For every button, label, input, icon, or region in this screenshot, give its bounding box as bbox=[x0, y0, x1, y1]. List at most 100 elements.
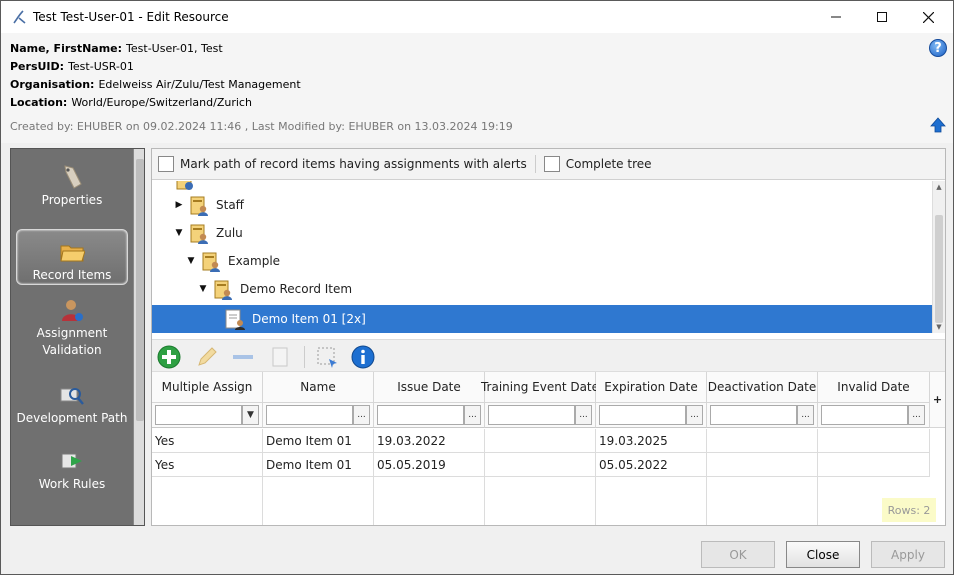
scroll-down-arrow-icon[interactable]: ▼ bbox=[933, 321, 945, 333]
collapse-arrow-icon[interactable]: ▼ bbox=[174, 228, 184, 238]
rows-count-badge: Rows: 2 bbox=[882, 498, 936, 522]
table-cell[interactable]: Yes bbox=[152, 453, 263, 477]
tree-item-demo-item-01[interactable]: Demo Item 01 [2x] bbox=[224, 305, 366, 333]
filter-cell: ... bbox=[596, 403, 707, 428]
table-cell[interactable] bbox=[485, 429, 596, 453]
name-line: Name, FirstName: Test-User-01, Test bbox=[10, 42, 223, 55]
tree-item-label: Demo Item 01 [2x] bbox=[252, 312, 366, 326]
mark-path-checkbox[interactable] bbox=[158, 156, 174, 172]
audit-info: Created by: EHUBER on 09.02.2024 11:46 ,… bbox=[10, 120, 513, 133]
mark-path-option[interactable]: Mark path of record items having assignm… bbox=[158, 156, 527, 172]
tree-item-demo-record-item[interactable]: ▼ Demo Record Item bbox=[198, 275, 352, 303]
multiple-assign-filter-input[interactable] bbox=[155, 405, 242, 425]
record-folder-icon bbox=[202, 252, 220, 272]
close-button[interactable]: Close bbox=[786, 541, 860, 568]
tree-item-staff[interactable]: ▶ Staff bbox=[174, 191, 244, 219]
minimize-button[interactable] bbox=[813, 1, 859, 33]
tree-item-example[interactable]: ▼ Example bbox=[186, 247, 280, 275]
select-area-icon bbox=[317, 347, 337, 368]
collapse-arrow-icon[interactable]: ▼ bbox=[198, 284, 208, 294]
column-header-expiration-date[interactable]: Expiration Date bbox=[596, 372, 707, 403]
maximize-button[interactable] bbox=[859, 1, 905, 33]
column-header-multiple-assign[interactable]: Multiple Assign bbox=[152, 372, 263, 403]
edit-button[interactable] bbox=[194, 344, 220, 370]
expand-arrow-icon[interactable]: ▶ bbox=[174, 200, 184, 210]
copy-button[interactable] bbox=[268, 344, 294, 370]
tree-item-label: Zulu bbox=[216, 226, 243, 240]
filter-browse-button[interactable]: ... bbox=[797, 405, 814, 425]
table-cell[interactable]: 05.05.2022 bbox=[596, 453, 707, 477]
nav-item-development-path[interactable]: Development Path bbox=[16, 371, 128, 427]
filter-browse-button[interactable]: ... bbox=[908, 405, 925, 425]
filter-browse-button[interactable]: ... bbox=[353, 405, 370, 425]
name-label: Name, FirstName: bbox=[10, 42, 123, 55]
empty-area bbox=[152, 477, 263, 525]
table-cell[interactable]: 05.05.2019 bbox=[374, 453, 485, 477]
remove-button[interactable] bbox=[230, 344, 256, 370]
tree-scrollbar[interactable]: ▲ ▼ bbox=[932, 181, 945, 333]
nav-item-properties[interactable]: Properties bbox=[16, 153, 128, 209]
nav-item-assignment-validation[interactable]: Assignment Validation bbox=[16, 295, 128, 359]
nav-scrollbar[interactable] bbox=[133, 149, 144, 525]
column-header-training-event-date[interactable]: Training Event Date bbox=[481, 372, 599, 403]
column-header-issue-date[interactable]: Issue Date bbox=[374, 372, 485, 403]
ok-button[interactable]: OK bbox=[701, 541, 775, 568]
table-cell[interactable]: Demo Item 01 bbox=[263, 453, 374, 477]
persuid-line: PersUID: Test-USR-01 bbox=[10, 60, 134, 73]
invalid-date-filter-input[interactable] bbox=[821, 405, 908, 425]
table-cell[interactable]: Yes bbox=[152, 429, 263, 453]
tree-scroll-thumb[interactable] bbox=[935, 215, 943, 323]
table-cell[interactable] bbox=[707, 453, 818, 477]
nav-scroll-thumb[interactable] bbox=[136, 159, 144, 421]
organisation-value: Edelweiss Air/Zulu/Test Management bbox=[98, 78, 301, 91]
filter-cell: ... bbox=[374, 403, 485, 428]
persuid-value: Test-USR-01 bbox=[68, 60, 134, 73]
organisation-label: Organisation: bbox=[10, 78, 95, 91]
table-cell[interactable]: Demo Item 01 bbox=[263, 429, 374, 453]
table-cell[interactable]: 19.03.2022 bbox=[374, 429, 485, 453]
column-header-deactivation-date[interactable]: Deactivation Date bbox=[707, 372, 818, 403]
table-cell[interactable] bbox=[707, 429, 818, 453]
minimize-icon bbox=[831, 16, 841, 18]
name-filter-input[interactable] bbox=[266, 405, 353, 425]
info-button[interactable] bbox=[350, 344, 376, 370]
expiration-date-filter-input[interactable] bbox=[599, 405, 686, 425]
complete-tree-option[interactable]: Complete tree bbox=[543, 156, 652, 172]
location-label: Location: bbox=[10, 96, 68, 109]
collapse-arrow-icon[interactable]: ▼ bbox=[186, 256, 196, 266]
arrow-up-icon[interactable] bbox=[930, 117, 946, 133]
table-cell[interactable] bbox=[485, 453, 596, 477]
record-folder-icon bbox=[190, 224, 208, 244]
dropdown-arrow-icon[interactable]: ▼ bbox=[242, 405, 259, 425]
filter-browse-button[interactable]: ... bbox=[686, 405, 703, 425]
complete-tree-checkbox[interactable] bbox=[543, 156, 560, 172]
issue-date-filter-input[interactable] bbox=[377, 405, 464, 425]
nav-item-label: Development Path bbox=[16, 411, 128, 425]
column-header-invalid-date[interactable]: Invalid Date bbox=[818, 372, 930, 403]
scroll-up-arrow-icon[interactable]: ▲ bbox=[933, 181, 945, 193]
table-cell[interactable] bbox=[818, 429, 930, 453]
persuid-label: PersUID: bbox=[10, 60, 65, 73]
filter-cell: ▼ bbox=[152, 403, 263, 428]
add-column-button[interactable]: + bbox=[930, 372, 945, 428]
deactivation-date-filter-input[interactable] bbox=[710, 405, 797, 425]
filter-browse-button[interactable]: ... bbox=[575, 405, 592, 425]
empty-area bbox=[485, 477, 596, 525]
select-button[interactable] bbox=[314, 344, 340, 370]
nav-item-work-rules[interactable]: Work Rules bbox=[16, 437, 128, 493]
nav-item-record-items[interactable]: Record Items bbox=[16, 229, 128, 285]
close-icon bbox=[922, 11, 934, 23]
tree-item-zulu[interactable]: ▼ Zulu bbox=[174, 219, 243, 247]
add-button[interactable] bbox=[156, 344, 182, 370]
options-divider bbox=[534, 155, 536, 173]
record-document-icon bbox=[225, 309, 245, 330]
training-event-date-filter-input[interactable] bbox=[488, 405, 575, 425]
column-header-name[interactable]: Name bbox=[263, 372, 374, 403]
filter-cell: ... bbox=[485, 403, 596, 428]
close-window-button[interactable] bbox=[905, 1, 951, 33]
table-cell[interactable]: 19.03.2025 bbox=[596, 429, 707, 453]
apply-button[interactable]: Apply bbox=[871, 541, 945, 568]
help-icon[interactable]: ? bbox=[929, 39, 947, 57]
table-cell[interactable] bbox=[818, 453, 930, 477]
filter-browse-button[interactable]: ... bbox=[464, 405, 481, 425]
